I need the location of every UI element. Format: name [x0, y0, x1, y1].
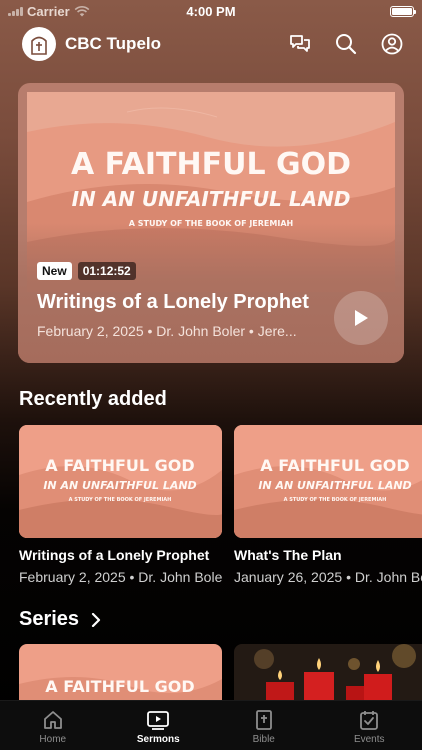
series-art-line1: A FAITHFUL GOD — [45, 677, 194, 696]
play-icon — [355, 310, 368, 326]
search-icon[interactable] — [334, 32, 358, 56]
series-heading[interactable]: Series — [19, 608, 101, 631]
series-item[interactable]: A FAITHFUL GOD — [19, 644, 222, 700]
wifi-icon — [74, 5, 90, 17]
art-title-line2: IN AN UNFAITHFUL LAND — [72, 187, 351, 211]
featured-sermon-card[interactable]: A FAITHFUL GOD IN AN UNFAITHFUL LAND A S… — [18, 83, 404, 363]
tab-sermons-label: Sermons — [136, 734, 180, 745]
duration-badge: 01:12:52 — [77, 262, 136, 280]
recent-item-meta: January 26, 2025 • Dr. John Boler — [234, 569, 422, 585]
recently-added-list[interactable]: A FAITHFUL GOD IN AN UNFAITHFUL LAND A S… — [19, 425, 422, 590]
battery-icon — [390, 5, 416, 17]
thumb-art-subtitle: A STUDY OF THE BOOK OF JEREMIAH — [69, 497, 172, 503]
new-badge: New — [37, 262, 72, 280]
series-list[interactable]: A FAITHFUL GOD — [19, 644, 422, 700]
tab-bible-label: Bible — [252, 734, 275, 745]
tab-home[interactable]: Home — [0, 701, 106, 750]
status-left: Carrier — [8, 4, 90, 19]
series-label: Series — [19, 608, 80, 630]
tab-events[interactable]: Events — [317, 701, 422, 750]
tab-sermons[interactable]: Sermons — [106, 701, 212, 750]
art-title-line1: A FAITHFUL GOD — [71, 147, 351, 182]
home-icon — [43, 711, 62, 729]
sermons-icon — [147, 711, 170, 730]
header-actions — [288, 32, 404, 56]
chevron-right-icon — [91, 612, 101, 627]
thumb-art-line2: IN AN UNFAITHFUL LAND — [258, 479, 411, 492]
play-button[interactable] — [334, 291, 388, 345]
carrier-label: Carrier — [27, 3, 70, 19]
status-bar: Carrier 4:00 PM — [0, 0, 422, 22]
recently-added-heading: Recently added — [19, 388, 167, 411]
thumb-art-line1: A FAITHFUL GOD — [45, 456, 194, 475]
events-icon — [360, 711, 379, 730]
recent-item[interactable]: A FAITHFUL GOD IN AN UNFAITHFUL LAND A S… — [19, 425, 222, 585]
tab-bible[interactable]: Bible — [211, 701, 317, 750]
recent-item-meta: February 2, 2025 • Dr. John Boler — [19, 569, 222, 585]
series-item-candles[interactable] — [234, 644, 422, 700]
hero-title: Writings of a Lonely Prophet — [37, 291, 309, 313]
church-logo-icon — [31, 36, 47, 55]
bible-icon — [255, 710, 272, 730]
thumb-art-line2: IN AN UNFAITHFUL LAND — [43, 479, 196, 492]
thumb-art-line1: A FAITHFUL GOD — [260, 456, 409, 475]
tab-home-label: Home — [39, 734, 67, 745]
app-header: CBC Tupelo — [0, 24, 422, 64]
recent-item-title: What's The Plan — [234, 547, 342, 563]
recently-added-label: Recently added — [19, 388, 167, 410]
signal-icon — [8, 6, 23, 16]
app-title: CBC Tupelo — [65, 34, 162, 53]
hero-meta: February 2, 2025 • Dr. John Boler • Jere… — [37, 323, 297, 339]
hero-badges: New 01:12:52 — [37, 262, 136, 280]
account-icon[interactable] — [380, 32, 404, 56]
thumb-art-subtitle: A STUDY OF THE BOOK OF JEREMIAH — [284, 497, 387, 503]
church-logo[interactable] — [22, 27, 56, 61]
recent-thumbnail: A FAITHFUL GOD IN AN UNFAITHFUL LAND A S… — [234, 425, 422, 538]
recent-item[interactable]: A FAITHFUL GOD IN AN UNFAITHFUL LAND A S… — [234, 425, 422, 585]
chat-icon[interactable] — [288, 32, 312, 56]
battery-fill — [392, 7, 412, 15]
recent-thumbnail: A FAITHFUL GOD IN AN UNFAITHFUL LAND A S… — [19, 425, 222, 538]
tab-bar: Home Sermons Bible Events — [0, 700, 422, 750]
recent-item-title: Writings of a Lonely Prophet — [19, 547, 210, 563]
tab-events-label: Events — [353, 734, 385, 745]
